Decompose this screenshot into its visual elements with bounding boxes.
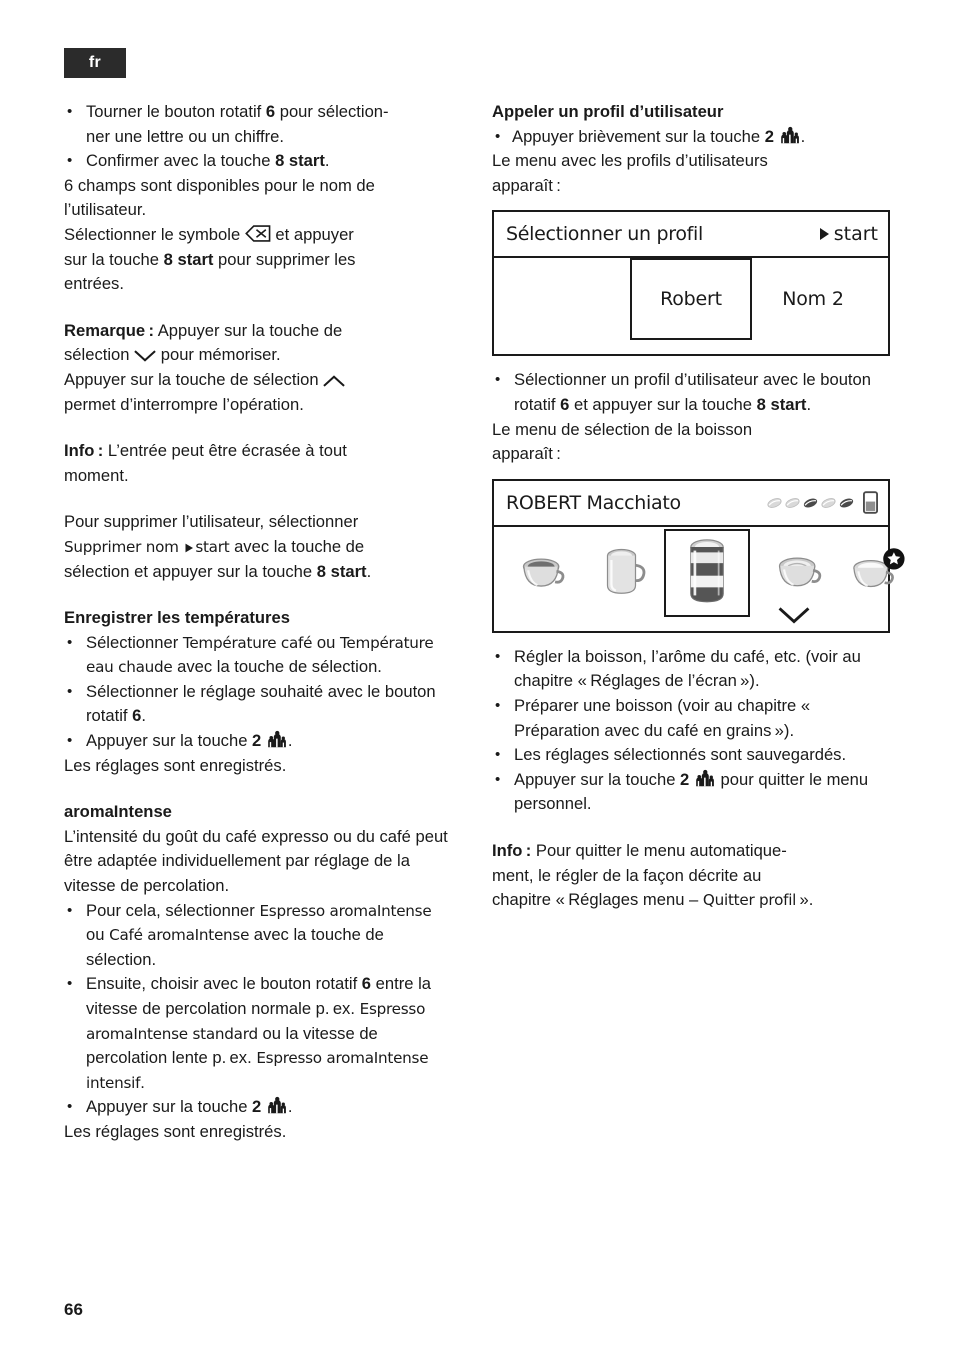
personalization-icon xyxy=(694,769,716,787)
chevron-down-icon[interactable] xyxy=(777,607,811,629)
list-item: Confirmer avec la touche 8 start. xyxy=(64,149,450,174)
espresso-cup-icon xyxy=(513,548,573,600)
bullet-list-aroma: Pour cela, sélectionner Espresso aromaIn… xyxy=(64,899,450,1120)
personalization-icon xyxy=(266,1096,288,1114)
profile-name: Robert xyxy=(660,288,722,311)
paragraph-settings-saved-2: Les réglages sont enregistrés. xyxy=(64,1121,287,1141)
list-item: Appuyer sur la touche 2 . xyxy=(64,1095,450,1120)
remark-block: Remarque : Appuyer sur la touche de sélec… xyxy=(64,319,450,417)
right-column: Appeler un profil d’utilisateur Appuyer … xyxy=(492,100,878,913)
chevron-up-icon xyxy=(323,375,345,387)
bullet-list-after-drink: Régler la boisson, l’arôme du café, etc.… xyxy=(492,645,878,817)
info-label: Info : xyxy=(64,441,104,461)
list-item: Sélectionner un profil d’utilisateur ave… xyxy=(492,368,878,417)
coffee-bean-icon xyxy=(820,497,837,509)
page-number: 66 xyxy=(64,1300,83,1319)
heading-call-user-profile: Appeler un profil d’utilisateur xyxy=(492,102,724,121)
coffee-bean-icon xyxy=(766,497,783,509)
display-title: Sélectionner un profil xyxy=(506,223,703,246)
cappuccino-cup-icon xyxy=(770,548,828,600)
heading-aromaintense: aromaIntense xyxy=(64,802,172,822)
list-item: Appuyer brièvement sur la touche 2 . xyxy=(492,125,878,150)
list-item: Tourner le bouton rotatif 6 pour sélecti… xyxy=(64,100,450,149)
coffee-strength-indicator[interactable] xyxy=(766,491,878,514)
info-text: L’entrée peut être écrasée à tout moment. xyxy=(64,441,347,485)
manual-page: fr Tourner le bouton rotatif 6 pour séle… xyxy=(0,0,954,1354)
display-profile-row: Robert Nom 2 xyxy=(494,258,888,354)
cup-level-icon xyxy=(863,491,878,514)
personalization-icon xyxy=(779,126,801,144)
display-term-start: start xyxy=(195,537,230,556)
display-title: ROBERT Macchiato xyxy=(506,491,681,514)
machine-display-drink-select[interactable]: ROBERT Macchiato xyxy=(492,478,890,633)
play-triangle-icon xyxy=(819,228,829,241)
paragraph-fields: 6 champs sont disponibles pour le nom de… xyxy=(64,175,375,220)
remark-label: Remarque : xyxy=(64,320,155,340)
display-term-temperature-cafe: Température café xyxy=(182,633,313,652)
bullet-list-name-entry: Tourner le bouton rotatif 6 pour sélecti… xyxy=(64,100,450,174)
list-item: Pour cela, sélectionner Espresso aromaIn… xyxy=(64,899,450,973)
profile-name: Nom 2 xyxy=(782,288,844,311)
favourite-drink-cup-icon xyxy=(845,547,909,601)
coffee-bean-icon-filled xyxy=(802,497,819,509)
paragraph-drink-menu: Le menu de sélection de la boisson appara… xyxy=(492,419,753,464)
bullet-list-temperatures: Sélectionner Température café ou Tempéra… xyxy=(64,631,450,754)
heading-temperatures: Enregistrer les températures xyxy=(64,608,290,628)
list-item: Régler la boisson, l’arôme du café, etc.… xyxy=(492,645,878,694)
profile-item-selected[interactable]: Robert xyxy=(630,258,752,341)
backspace-icon xyxy=(245,225,271,242)
left-column: Tourner le bouton rotatif 6 pour sélecti… xyxy=(64,100,450,1145)
info-label: Info : xyxy=(492,840,532,860)
display-header: Sélectionner un profil start xyxy=(494,212,888,259)
coffee-bean-icon-filled xyxy=(838,497,855,509)
paragraph-profiles-menu: Le menu avec les profils d’utilisateurs a… xyxy=(492,151,768,195)
bullet-list-select-profile: Sélectionner un profil d’utilisateur ave… xyxy=(492,368,878,417)
list-item: Les réglages sélectionnés sont sauvegard… xyxy=(492,743,878,768)
display-header: ROBERT Macchiato xyxy=(494,481,888,527)
display-term-espresso-aromaintense: Espresso aromaIntense xyxy=(259,901,432,920)
bullet-text: Tourner le bouton rotatif 6 pour sélecti… xyxy=(86,102,389,146)
play-triangle-icon xyxy=(183,542,195,554)
language-tab: fr xyxy=(64,48,126,78)
personalization-icon xyxy=(266,730,288,748)
drink-favourite[interactable] xyxy=(842,535,912,613)
paragraph-delete-user: Pour supprimer l’utilisateur, sélectionn… xyxy=(64,512,372,581)
start-label: start xyxy=(833,223,878,246)
bullet-text: Confirmer avec la touche 8 start. xyxy=(86,151,330,171)
info-block-right: Info : Pour quitter le menu automatique-… xyxy=(492,840,814,910)
info-block-left: Info : L’entrée peut être écrasée à tout… xyxy=(64,439,450,488)
display-term-quitter-profil: Quitter profil xyxy=(702,891,797,910)
display-term-cafe-aromaintense: Café aromaIntense xyxy=(109,926,250,945)
latte-macchiato-glass-icon xyxy=(681,536,733,610)
list-item: Sélectionner le réglage souhaité avec le… xyxy=(64,680,450,729)
coffee-mug-icon xyxy=(597,543,653,605)
profile-item-2[interactable]: Nom 2 xyxy=(758,258,868,340)
bullet-list-call-profile: Appuyer brièvement sur la touche 2 . xyxy=(492,125,878,150)
chevron-down-icon xyxy=(134,350,156,362)
list-item: Appuyer sur la touche 2 pour quitter le … xyxy=(492,768,878,817)
display-start-action[interactable]: start xyxy=(819,223,878,246)
machine-display-profile-select[interactable]: Sélectionner un profil start Robert Nom … xyxy=(492,210,890,357)
list-item: Préparer une boisson (voir au chapitre «… xyxy=(492,694,878,743)
list-item: Sélectionner Température café ou Tempéra… xyxy=(64,631,450,680)
paragraph-delete-symbol: Sélectionner le symbole et appuyer sur la… xyxy=(64,224,356,294)
bean-row xyxy=(766,497,855,509)
list-item: Ensuite, choisir avec le bouton rotatif … xyxy=(64,972,450,1095)
coffee-bean-icon xyxy=(784,497,801,509)
drink-coffee-mug[interactable] xyxy=(590,535,660,613)
display-drink-row xyxy=(494,527,888,631)
paragraph-aroma-intro: L’intensité du goût du café expresso ou … xyxy=(64,826,448,896)
drink-espresso-cup[interactable] xyxy=(508,535,578,613)
drink-cappuccino[interactable] xyxy=(764,535,834,613)
drink-latte-macchiato-selected[interactable] xyxy=(664,528,750,617)
list-item: Appuyer sur la touche 2 . xyxy=(64,729,450,754)
display-term-supprimer-nom: Supprimer nom xyxy=(64,537,179,556)
paragraph-settings-saved-1: Les réglages sont enregistrés. xyxy=(64,755,287,775)
